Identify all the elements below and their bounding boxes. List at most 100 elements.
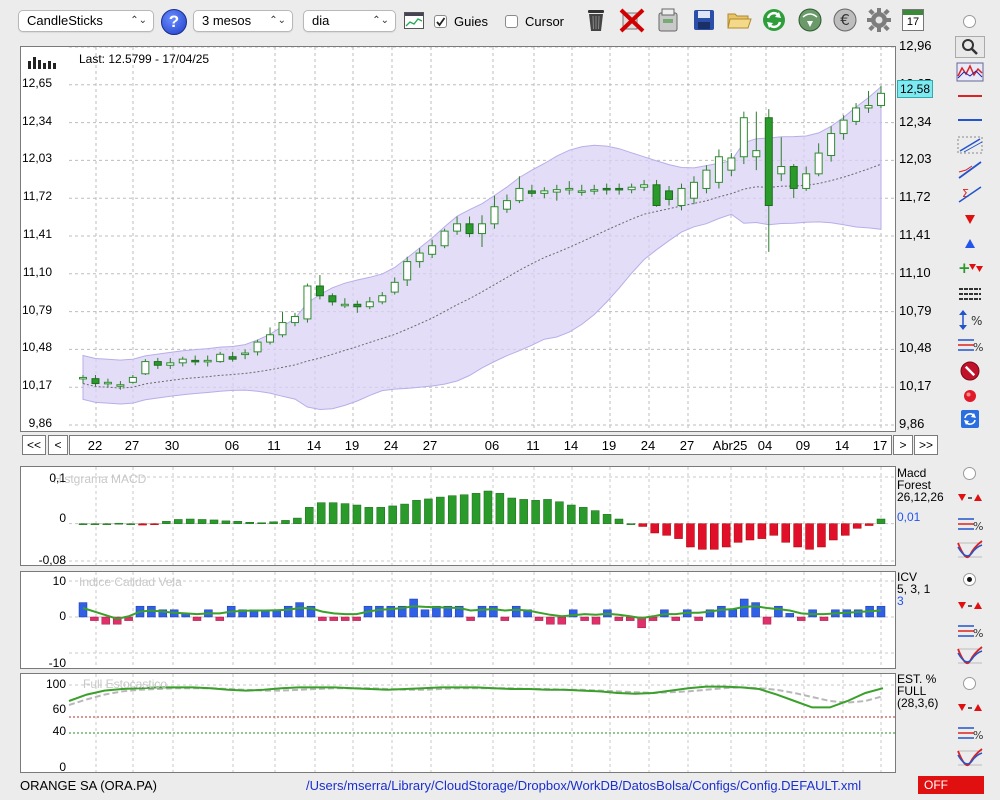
macd-y-tick: -0,08 [38, 553, 66, 567]
globe-download-icon[interactable] [797, 6, 823, 34]
macd-bar [412, 500, 421, 524]
macd-value: 0,01 [897, 510, 921, 524]
icv-bar [90, 616, 99, 621]
chart-type-select[interactable]: CandleSticks ⌃⌄ [18, 10, 154, 32]
trendline-icon[interactable] [955, 159, 985, 181]
icv-y-tick: 0 [59, 609, 66, 623]
zoom-icon[interactable] [955, 36, 985, 58]
macd-curve-icon[interactable] [955, 539, 985, 561]
config-path-link[interactable]: /Users/mserra/Library/CloudStorage/Dropb… [306, 778, 861, 793]
icv-bar [614, 616, 624, 621]
delete-icon[interactable] [619, 6, 645, 34]
stoch-panel[interactable]: Full Estocastico [20, 673, 896, 773]
date-label: 06 [224, 438, 240, 453]
macd-bar [852, 523, 862, 529]
arrow-down-red-icon[interactable] [955, 208, 985, 230]
indicator-overlay-icon[interactable] [955, 61, 985, 83]
macd-panel-radio[interactable] [963, 467, 976, 480]
price-y-tick: 11,72 [899, 189, 931, 205]
period-select[interactable]: 3 mesos ⌃⌄ [193, 10, 293, 32]
candle-body-up [727, 157, 736, 171]
macd-legend-line: 26,12,26 [897, 490, 944, 504]
scale-percent-icon[interactable]: % [955, 309, 985, 331]
list-icon[interactable] [955, 283, 985, 305]
macd-bar [162, 521, 171, 524]
macd-bar [209, 519, 219, 524]
icv-panel-radio[interactable] [963, 573, 976, 586]
macd-bar [817, 523, 826, 548]
stoch-arrows-icon[interactable] [955, 697, 985, 719]
fibonacci-icon[interactable]: Σ [955, 183, 985, 205]
icv-arrows-icon[interactable] [955, 595, 985, 617]
sync-icon[interactable] [955, 408, 985, 430]
horizontal-line-blue-icon[interactable] [955, 109, 985, 131]
stoch-legend-line: (28,3,6) [897, 696, 939, 710]
record-icon[interactable] [955, 385, 985, 407]
calendar-icon[interactable]: 17 [900, 6, 926, 34]
macd-lines-percent-icon[interactable]: % [955, 513, 985, 535]
price-chart-panel[interactable]: Last: 12.5799 - 17/04/25 [20, 46, 896, 432]
icv-bar [352, 616, 361, 621]
candle-body-up [565, 187, 574, 191]
trash-icon[interactable] [583, 6, 609, 34]
candle-body-down [228, 356, 237, 360]
date-label: Abr25 [712, 438, 748, 453]
macd-panel[interactable]: Histgrama MACD [20, 466, 896, 566]
candle-body-down [328, 295, 337, 303]
candle-body-up [689, 181, 698, 199]
horizontal-line-red-icon[interactable] [955, 85, 985, 107]
candle [739, 111, 748, 165]
icv-panel[interactable]: Indice Calidad Vela [20, 571, 896, 669]
stoch-panel-radio[interactable] [963, 677, 976, 690]
arrow-up-blue-icon[interactable] [955, 232, 985, 254]
off-badge[interactable]: OFF [918, 776, 984, 794]
main-panel-radio[interactable] [963, 15, 976, 28]
trendline-channel-icon[interactable] [955, 134, 985, 156]
candle-body-up [103, 381, 112, 385]
save-icon[interactable] [691, 6, 717, 34]
candle-body-down [153, 361, 162, 366]
chart-window-icon[interactable] [404, 12, 424, 29]
last-price-label: Last: 12.5799 - 17/04/25 [79, 52, 210, 66]
add-remove-icon[interactable]: + [955, 257, 985, 279]
folder-open-icon[interactable] [726, 6, 752, 34]
help-icon[interactable]: ? [161, 9, 187, 35]
macd-bar [90, 523, 100, 525]
refresh-icon[interactable] [761, 6, 787, 34]
gear-icon[interactable] [866, 6, 892, 34]
nav-prev-button[interactable]: < [48, 435, 68, 455]
icv-lines-percent-icon[interactable]: % [955, 620, 985, 642]
candle-body-up [166, 362, 175, 366]
nav-next-button[interactable]: > [893, 435, 913, 455]
macd-bar [876, 518, 886, 524]
stoch-lines-percent-icon[interactable]: % [955, 722, 985, 744]
euro-icon[interactable]: € [832, 6, 858, 34]
stop-icon[interactable] [955, 360, 985, 382]
candle [315, 275, 324, 300]
macd-bar [388, 505, 397, 524]
candle-body-up [116, 384, 125, 387]
guies-checkbox[interactable] [434, 15, 447, 28]
interval-select[interactable]: dia ⌃⌄ [303, 10, 396, 32]
date-label: 24 [640, 438, 656, 453]
macd-arrows-icon[interactable] [955, 487, 985, 509]
candle-body-up [216, 353, 225, 363]
lines-percent-icon[interactable]: % [955, 334, 985, 356]
cursor-checkbox[interactable] [505, 15, 518, 28]
candle [440, 228, 449, 249]
icv-curve-icon[interactable] [955, 645, 985, 667]
macd-bar [269, 521, 278, 524]
stoch-y-tick: 60 [52, 702, 66, 716]
candle-body-up [428, 245, 437, 255]
macd-bar [400, 503, 409, 524]
macd-bar [745, 523, 755, 541]
database-icon[interactable] [655, 6, 681, 34]
price-chart-svg[interactable] [21, 47, 895, 431]
stoch-y-tick: 0 [59, 760, 66, 774]
nav-last-button[interactable]: >> [914, 435, 938, 455]
stoch-curve-icon[interactable] [955, 747, 985, 769]
nav-first-button[interactable]: << [22, 435, 46, 455]
bollinger-band [82, 85, 882, 411]
macd-bar [650, 523, 659, 534]
period-value: 3 mesos [202, 13, 252, 28]
